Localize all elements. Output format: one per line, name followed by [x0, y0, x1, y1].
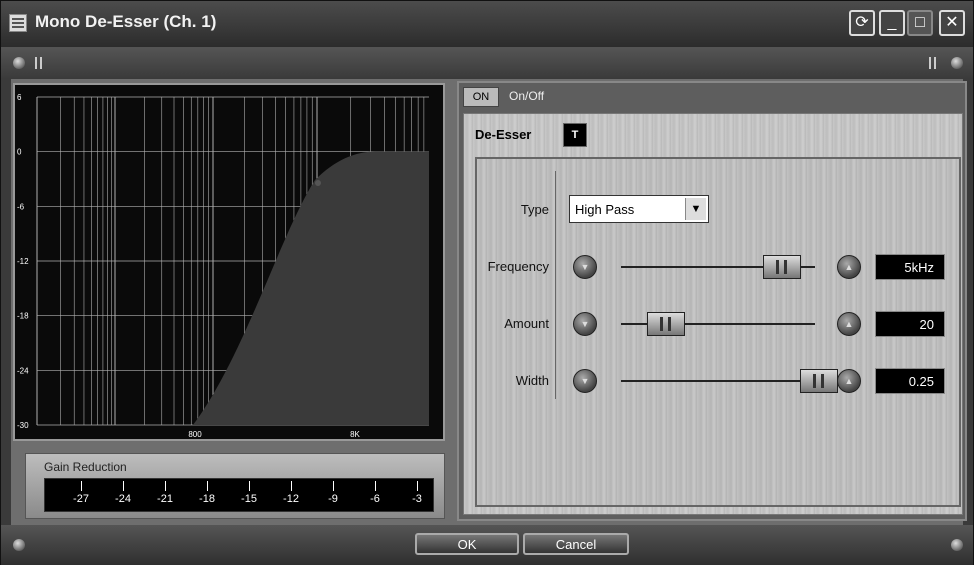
y-tick-label: -18: [17, 312, 29, 321]
close-icon[interactable]: ✕: [939, 10, 965, 36]
meter-tick-label: -21: [157, 493, 173, 505]
plugin-window: Mono De-Esser (Ch. 1) ⟳ _ □ ✕ 6 0 -6 -12 -18…: [0, 0, 974, 565]
window-title: Mono De-Esser (Ch. 1): [35, 12, 217, 31]
x-tick-label: 8K: [350, 430, 360, 439]
gain-reduction-meter: -27 -24 -21 -18 -15 -12 -9 -6 -3: [44, 478, 434, 512]
amount-label: Amount: [504, 316, 549, 331]
width-increase-button[interactable]: ▲: [837, 369, 861, 393]
deesser-label: De-Esser: [475, 127, 532, 142]
meter-mark: [81, 481, 82, 491]
frequency-increase-button[interactable]: ▲: [837, 255, 861, 279]
meter-tick-label: -18: [199, 493, 215, 505]
width-decrease-button[interactable]: ▼: [573, 369, 597, 393]
gain-reduction-label: Gain Reduction: [44, 460, 127, 474]
frequency-slider-thumb[interactable]: [763, 255, 802, 279]
frequency-label: Frequency: [487, 259, 549, 274]
grip-icon: [929, 57, 936, 69]
screw-icon: [951, 539, 963, 551]
divider: [555, 171, 556, 399]
response-curve: [193, 151, 429, 425]
gain-reduction-panel: Gain Reduction -27 -24 -21 -18 -15 -12 -9 -6 -3: [25, 453, 445, 519]
screw-icon: [13, 539, 25, 551]
meter-mark: [249, 481, 250, 491]
screw-icon: [951, 57, 963, 69]
meter-mark: [123, 481, 124, 491]
grip-icon: [35, 57, 42, 69]
on-off-label: On/Off: [509, 89, 545, 103]
screw-icon: [13, 57, 25, 69]
meter-tick-label: -9: [328, 493, 338, 505]
chevron-down-icon[interactable]: ▼: [685, 198, 706, 220]
frequency-decrease-button[interactable]: ▼: [573, 255, 597, 279]
width-slider-track[interactable]: [621, 380, 815, 382]
meter-mark: [207, 481, 208, 491]
meter-mark: [333, 481, 334, 491]
y-tick-label: 0: [17, 148, 22, 157]
amount-value[interactable]: 20: [875, 311, 945, 337]
meter-tick-label: -12: [283, 493, 299, 505]
amount-decrease-button[interactable]: ▼: [573, 312, 597, 336]
frequency-response-graph: 6 0 -6 -12 -18 -24 -30 800 8K: [13, 83, 445, 441]
y-tick-label: 6: [17, 93, 22, 102]
minimize-icon[interactable]: _: [879, 10, 905, 36]
mixer-app-icon: [9, 14, 27, 32]
cancel-button[interactable]: Cancel: [523, 533, 629, 555]
amount-slider-thumb[interactable]: [646, 312, 685, 336]
top-rack-strip: [1, 47, 973, 79]
refresh-icon[interactable]: ⟳: [849, 10, 875, 36]
title-bar[interactable]: Mono De-Esser (Ch. 1) ⟳ _ □ ✕: [1, 1, 973, 48]
meter-tick-label: -6: [370, 493, 380, 505]
on-toggle-button[interactable]: ON: [463, 87, 499, 107]
ok-button[interactable]: OK: [415, 533, 519, 555]
width-label: Width: [515, 373, 549, 388]
type-select[interactable]: High Pass ▼: [569, 195, 709, 223]
t-button[interactable]: T: [563, 123, 587, 147]
type-select-value: High Pass: [575, 202, 635, 217]
amount-increase-button[interactable]: ▲: [837, 312, 861, 336]
width-value[interactable]: 0.25: [875, 368, 945, 394]
y-tick-label: -6: [17, 202, 25, 211]
meter-tick-label: -24: [115, 493, 131, 505]
y-tick-label: -24: [17, 366, 29, 375]
response-handle[interactable]: [315, 180, 321, 186]
meter-tick-label: -15: [241, 493, 257, 505]
maximize-icon[interactable]: □: [907, 10, 933, 36]
meter-mark: [291, 481, 292, 491]
meter-mark: [375, 481, 376, 491]
y-tick-label: -30: [17, 421, 29, 430]
x-tick-label: 800: [188, 430, 202, 439]
meter-tick-label: -27: [73, 493, 89, 505]
type-label: Type: [520, 202, 549, 217]
frequency-value[interactable]: 5kHz: [875, 254, 945, 280]
meter-mark: [165, 481, 166, 491]
y-tick-label: -12: [17, 257, 29, 266]
width-slider-thumb[interactable]: [800, 369, 839, 393]
meter-tick-label: -3: [412, 493, 422, 505]
meter-mark: [417, 481, 418, 491]
graph-canvas: 6 0 -6 -12 -18 -24 -30 800 8K: [17, 93, 429, 439]
